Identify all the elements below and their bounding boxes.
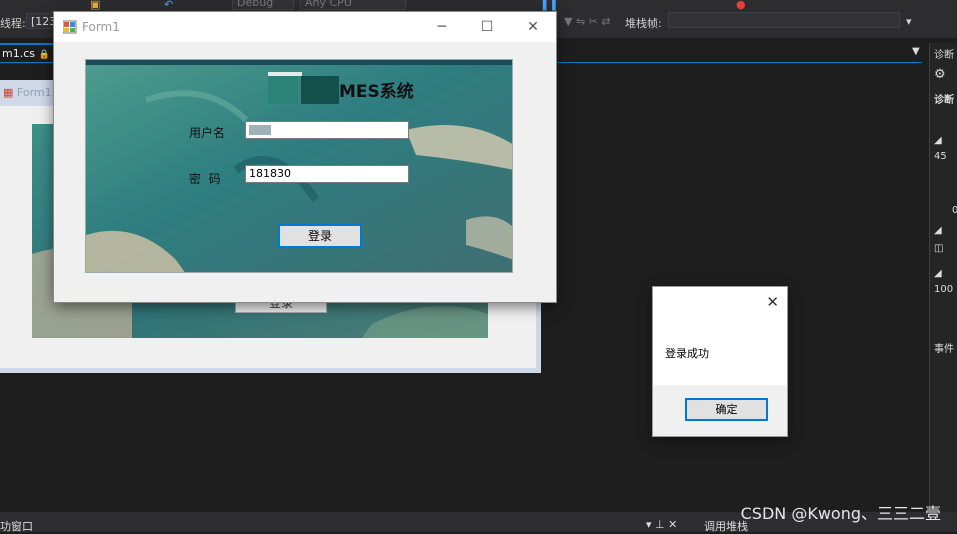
platform-combo[interactable]: Any CPU [300, 0, 406, 10]
form1-title: Form1 [82, 20, 120, 34]
columns-icon[interactable]: ◫ [934, 243, 943, 254]
diag-value-1: 45 [934, 151, 947, 162]
message-box: ✕ 登录成功 确定 [653, 287, 787, 436]
toolbar-overflow-icon[interactable]: ▾ [906, 15, 912, 28]
close-icon[interactable]: ✕ [766, 293, 779, 311]
designer-form-title: ▦ Form1 [3, 86, 52, 99]
maximize-icon[interactable]: ☐ [475, 17, 499, 37]
app-heading: MES系统 [339, 82, 414, 102]
pause-icon[interactable]: ❚❚ [540, 0, 558, 11]
form1-window: Form1 ─ ☐ ✕ MES系统 用户名 密 码 181830 登录 [54, 12, 556, 302]
logo-block [301, 76, 339, 104]
file-tab-label: m1.cs [2, 47, 35, 60]
lock-icon: 🔒 [38, 50, 50, 60]
form-icon [63, 20, 77, 34]
username-redacted [249, 125, 271, 135]
close-icon[interactable]: ✕ [521, 17, 545, 37]
debug-icon[interactable]: ● [736, 0, 746, 11]
thread-combo[interactable]: [123 [26, 13, 56, 29]
logo-strip [268, 72, 302, 76]
stack-frame-combo[interactable] [668, 12, 900, 28]
form1-titlebar[interactable]: Form1 ─ ☐ ✕ [54, 12, 556, 42]
diagnostics-panel: 诊断 ⚙ 诊断 ◢ 45 0 ◢ ◫ ◢ 100 事件 [929, 43, 957, 512]
diag-panel-title: 诊断 [934, 50, 954, 61]
diag-events-tab[interactable]: 事件 [934, 340, 954, 355]
logo-block [268, 76, 298, 104]
ok-button[interactable]: 确定 [685, 398, 768, 421]
password-input[interactable]: 181830 [245, 165, 409, 183]
collapse-icon[interactable]: ◢ [934, 225, 942, 236]
filter-icon[interactable]: ▼ ⇋ ✂ ⇄ [564, 15, 611, 28]
form-icon: ▦ [3, 86, 14, 99]
open-file-icon[interactable]: ▣ [90, 0, 100, 11]
diag-value-2: 0 [952, 205, 957, 216]
username-label: 用户名 [189, 126, 226, 140]
collapse-icon[interactable]: ◢ [934, 268, 942, 279]
username-input[interactable] [245, 121, 409, 139]
gear-icon[interactable]: ⚙ [934, 67, 946, 82]
undo-icon[interactable]: ↶ [164, 0, 173, 11]
diag-value-3: 100 [934, 284, 954, 295]
diag-tab[interactable]: 诊断 [934, 91, 954, 106]
message-box-footer: 确定 [653, 385, 787, 436]
thread-label: 线程: [0, 17, 26, 30]
login-panel: MES系统 用户名 密 码 181830 登录 [85, 59, 513, 273]
minimize-icon[interactable]: ─ [430, 17, 454, 37]
collapse-icon[interactable]: ◢ [934, 135, 942, 146]
stack-frame-label: 堆栈帧: [625, 17, 662, 30]
configuration-combo[interactable]: Debug [232, 0, 294, 10]
file-tab[interactable]: m1.cs 🔒 [0, 43, 56, 61]
tab-dropdown-icon[interactable]: ▼ [912, 46, 920, 57]
password-label: 密 码 [189, 172, 221, 186]
login-button[interactable]: 登录 [278, 224, 362, 248]
message-text: 登录成功 [665, 347, 709, 360]
watermark: CSDN @Kwong、三三二壹 [740, 504, 941, 523]
pin-icon[interactable]: ▾ ⊥ ✕ [646, 518, 677, 531]
